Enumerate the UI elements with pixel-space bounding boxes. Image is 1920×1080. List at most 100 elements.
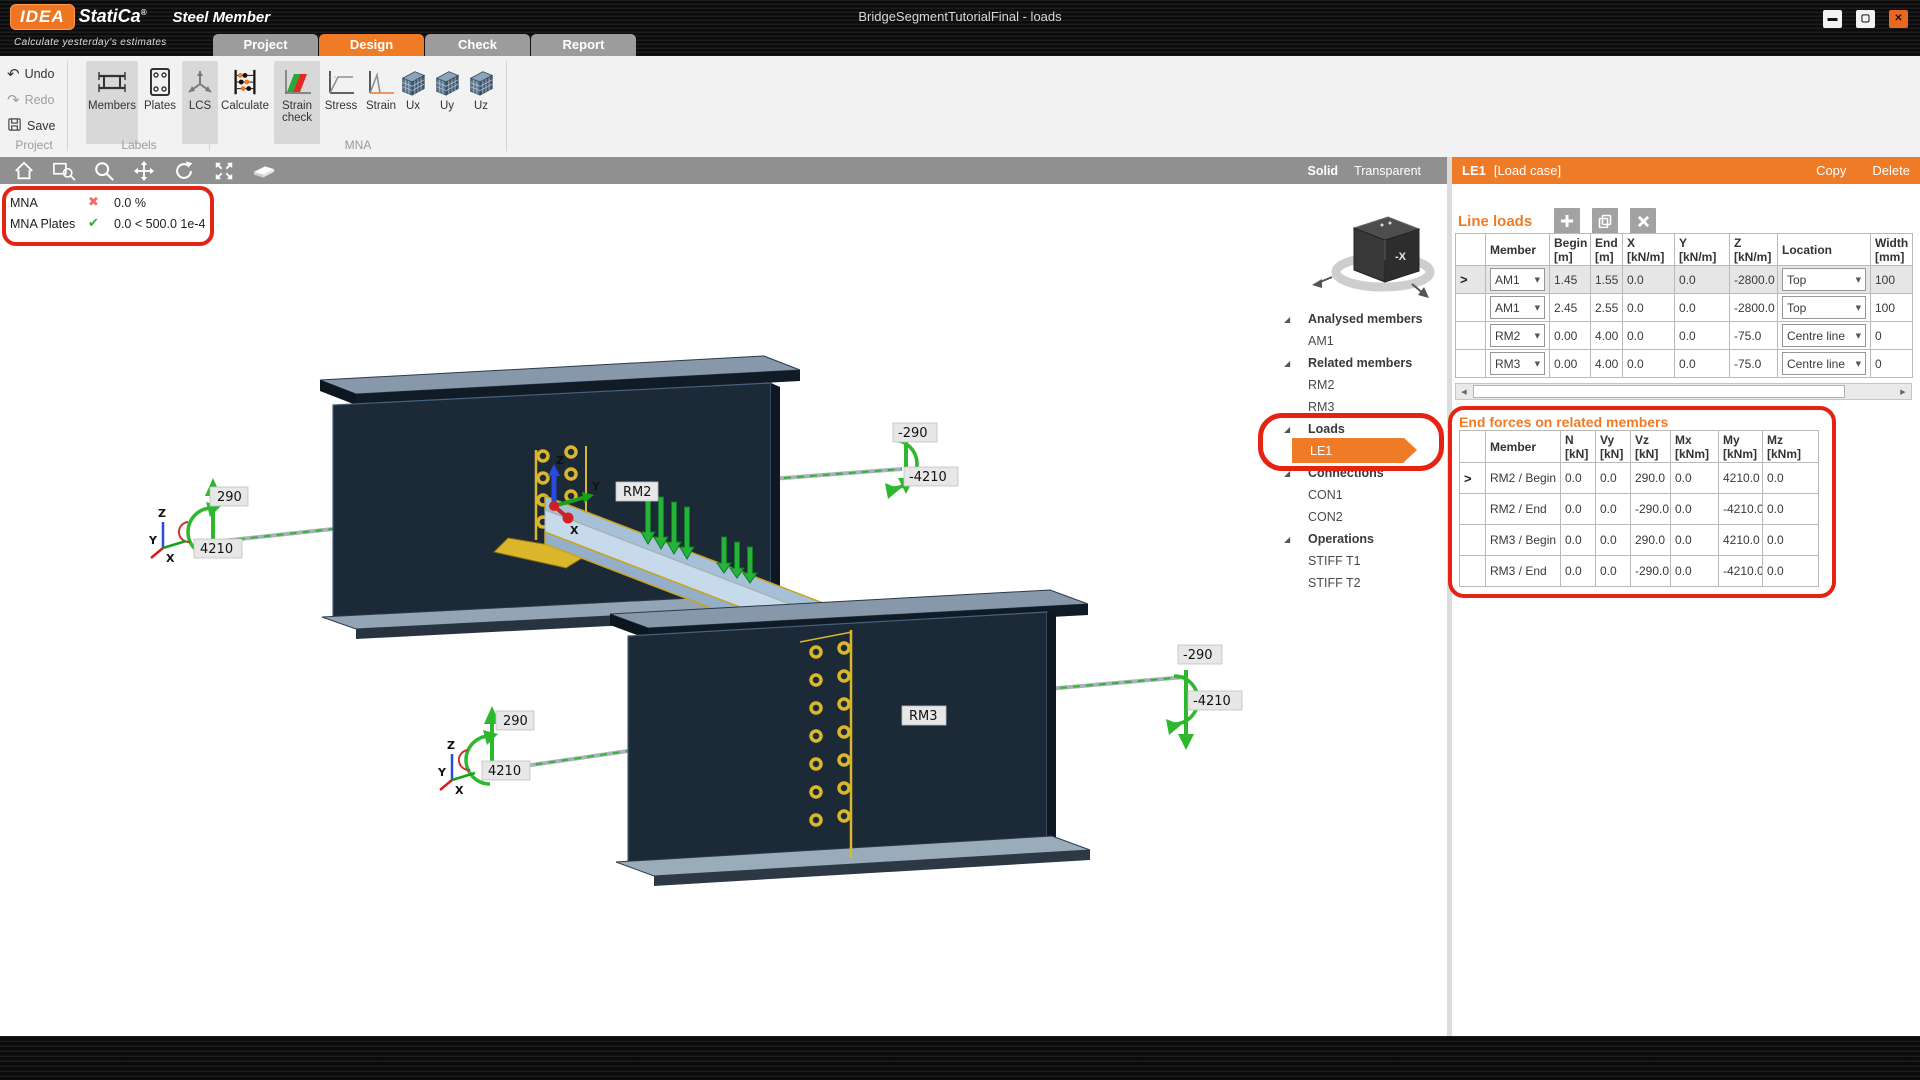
cell-width[interactable]: 0: [1871, 322, 1913, 350]
tab-project[interactable]: Project: [213, 34, 318, 56]
add-line-load-button[interactable]: [1554, 208, 1580, 234]
uy-button[interactable]: Uy: [432, 61, 462, 144]
lcs-button[interactable]: LCS: [182, 61, 218, 144]
delete-button[interactable]: Delete: [1872, 163, 1910, 178]
members-button[interactable]: Members: [86, 61, 138, 144]
tab-design[interactable]: Design: [319, 34, 424, 56]
cell-width[interactable]: 100: [1871, 266, 1913, 294]
cell-y[interactable]: 0.0: [1675, 350, 1730, 378]
cell-end[interactable]: 1.55: [1591, 266, 1623, 294]
tree-item-con1[interactable]: CON1: [1282, 484, 1446, 506]
cell-z[interactable]: -2800.0: [1730, 294, 1778, 322]
display-mode-transparent[interactable]: Transparent: [1354, 164, 1421, 178]
cell-begin[interactable]: 0.00: [1550, 322, 1591, 350]
tree-item-stiff-t2[interactable]: STIFF T2: [1282, 572, 1446, 594]
member-dropdown[interactable]: RM3: [1490, 352, 1545, 375]
navigation-cube[interactable]: -X: [1312, 217, 1430, 298]
scroll-right-icon[interactable]: ▶: [1895, 384, 1911, 399]
home-view-icon[interactable]: [12, 159, 36, 183]
strain-check-button[interactable]: Strain check: [274, 61, 320, 144]
cell-end[interactable]: 4.00: [1591, 322, 1623, 350]
plates-button[interactable]: Plates: [140, 61, 180, 144]
cell-x[interactable]: 0.0: [1623, 322, 1675, 350]
display-mode-solid[interactable]: Solid: [1308, 164, 1339, 178]
selected-item-arrow[interactable]: LE1: [1292, 438, 1404, 463]
undo-button[interactable]: ↶Undo: [7, 64, 54, 84]
location-dropdown[interactable]: Centre line: [1782, 324, 1866, 347]
scrollbar-thumb[interactable]: [1473, 385, 1845, 398]
location-dropdown[interactable]: Top: [1782, 268, 1866, 291]
cell-end[interactable]: 4.00: [1591, 350, 1623, 378]
fit-view-icon[interactable]: [212, 159, 236, 183]
tree-expander-icon[interactable]: ◢: [1282, 425, 1308, 434]
cell-y[interactable]: 0.0: [1675, 294, 1730, 322]
tree-expander-icon[interactable]: ◢: [1282, 315, 1308, 324]
cell-width[interactable]: 100: [1871, 294, 1913, 322]
tree-group-loads[interactable]: ◢Loads: [1282, 418, 1446, 440]
table-row[interactable]: RM2 / End 0.0 0.0 -290.0 0.0 -4210.0 0.0: [1460, 494, 1819, 525]
calculate-button[interactable]: Calculate: [218, 61, 272, 144]
table-row[interactable]: RM3 / End 0.0 0.0 -290.0 0.0 -4210.0 0.0: [1460, 556, 1819, 587]
table-row[interactable]: RM3 0.00 4.00 0.0 0.0 -75.0 Centre line …: [1456, 350, 1913, 378]
strain-button[interactable]: Strain: [362, 61, 400, 144]
stress-button[interactable]: Stress: [322, 61, 360, 144]
uz-button[interactable]: Uz: [466, 61, 496, 144]
tree-item-am1[interactable]: AM1: [1282, 330, 1446, 352]
cell-x[interactable]: 0.0: [1623, 266, 1675, 294]
member-dropdown[interactable]: AM1: [1490, 296, 1545, 319]
table-row[interactable]: > RM2 / Begin 0.0 0.0 290.0 0.0 4210.0 0…: [1460, 463, 1819, 494]
cell-y[interactable]: 0.0: [1675, 322, 1730, 350]
copy-button[interactable]: Copy: [1816, 163, 1846, 178]
cell-end[interactable]: 2.55: [1591, 294, 1623, 322]
tab-check[interactable]: Check: [425, 34, 530, 56]
row-selector[interactable]: >: [1460, 272, 1468, 287]
clipping-plane-icon[interactable]: [252, 159, 276, 183]
cell-width[interactable]: 0: [1871, 350, 1913, 378]
ux-button[interactable]: Ux: [398, 61, 428, 144]
delete-line-load-button[interactable]: [1630, 208, 1656, 234]
minimize-icon[interactable]: ▬: [1823, 10, 1842, 28]
tree-group-connections[interactable]: ◢Connections: [1282, 462, 1446, 484]
tree-group-related-members[interactable]: ◢Related members: [1282, 352, 1446, 374]
tree-item-rm2[interactable]: RM2: [1282, 374, 1446, 396]
cell-z[interactable]: -75.0: [1730, 350, 1778, 378]
location-dropdown[interactable]: Centre line: [1782, 352, 1866, 375]
tree-item-stiff-t1[interactable]: STIFF T1: [1282, 550, 1446, 572]
tab-report[interactable]: Report: [531, 34, 636, 56]
redo-button[interactable]: ↷Redo: [7, 90, 54, 110]
rotate-icon[interactable]: [172, 159, 196, 183]
table-row[interactable]: RM3 / Begin 0.0 0.0 290.0 0.0 4210.0 0.0: [1460, 525, 1819, 556]
zoom-window-icon[interactable]: [52, 159, 76, 183]
tree-item-le1-selected[interactable]: LE1: [1282, 440, 1446, 462]
cell-begin[interactable]: 2.45: [1550, 294, 1591, 322]
row-selector[interactable]: >: [1464, 471, 1472, 486]
tree-item-con2[interactable]: CON2: [1282, 506, 1446, 528]
cell-z[interactable]: -2800.0: [1730, 266, 1778, 294]
cell-begin[interactable]: 1.45: [1550, 266, 1591, 294]
cell-y[interactable]: 0.0: [1675, 266, 1730, 294]
save-button[interactable]: Save: [7, 116, 56, 136]
cell-x[interactable]: 0.0: [1623, 350, 1675, 378]
pan-icon[interactable]: [132, 159, 156, 183]
maximize-icon[interactable]: ▢: [1856, 10, 1875, 28]
scene-canvas[interactable]: Z Y X Z Y X Z Y X 290 4210 -290: [0, 184, 1447, 1036]
member-dropdown[interactable]: AM1: [1490, 268, 1545, 291]
tree-expander-icon[interactable]: ◢: [1282, 469, 1308, 478]
cell-z[interactable]: -75.0: [1730, 322, 1778, 350]
tree-item-rm3[interactable]: RM3: [1282, 396, 1446, 418]
table-horizontal-scrollbar[interactable]: ◀ ▶: [1455, 383, 1912, 400]
close-icon[interactable]: ✕: [1889, 10, 1908, 28]
cell-begin[interactable]: 0.00: [1550, 350, 1591, 378]
duplicate-line-load-button[interactable]: [1592, 208, 1618, 234]
tree-expander-icon[interactable]: ◢: [1282, 535, 1308, 544]
table-row[interactable]: RM2 0.00 4.00 0.0 0.0 -75.0 Centre line …: [1456, 322, 1913, 350]
location-dropdown[interactable]: Top: [1782, 296, 1866, 319]
tree-expander-icon[interactable]: ◢: [1282, 359, 1308, 368]
table-row[interactable]: AM1 2.45 2.55 0.0 0.0 -2800.0 Top 100: [1456, 294, 1913, 322]
member-dropdown[interactable]: RM2: [1490, 324, 1545, 347]
viewport-3d[interactable]: Z Y X Z Y X Z Y X 290 4210 -290: [0, 184, 1447, 1036]
tree-group-analysed-members[interactable]: ◢Analysed members: [1282, 308, 1446, 330]
table-row[interactable]: > AM1 1.45 1.55 0.0 0.0 -2800.0 Top 100: [1456, 266, 1913, 294]
cell-x[interactable]: 0.0: [1623, 294, 1675, 322]
scroll-left-icon[interactable]: ◀: [1456, 384, 1472, 399]
